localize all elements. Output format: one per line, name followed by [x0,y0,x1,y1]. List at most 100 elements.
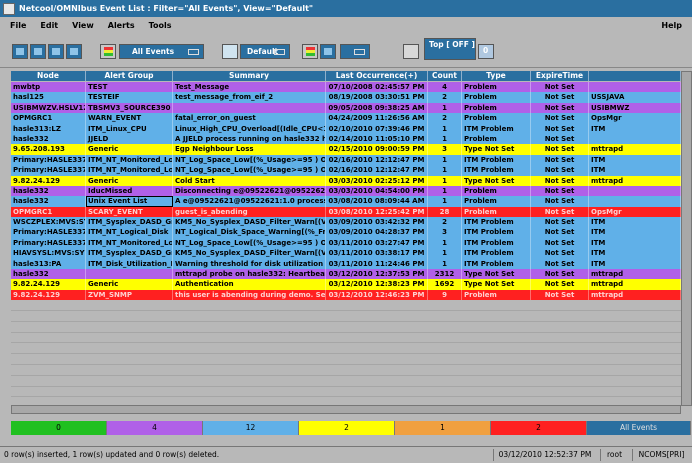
cell-expire: Not Set [531,269,589,280]
search-icon[interactable] [222,44,238,59]
cell-count: 9 [428,289,462,301]
filter-select[interactable]: All Events [119,44,204,59]
print-icon[interactable] [66,44,82,59]
empty-row [11,300,681,311]
cell-type: Problem [462,289,531,301]
cell-count: 1 [428,165,462,176]
event-row[interactable]: hasle332 Unix Event List A e@09522621@0952… [11,196,681,207]
column-header-last[interactable]: Last Occurrence(+) [326,71,428,81]
menu-bar: File Edit View Alerts Tools Help [0,17,692,33]
event-row[interactable]: 9.82.24.129 Generic Cold Start 03/03/2010 0… [11,175,681,186]
traffic-light-icon[interactable] [302,44,318,59]
cell-extra: mttrapd [589,175,681,186]
cell-count: 1 [428,123,462,134]
column-header-count[interactable]: Count [428,71,462,81]
cell-group: TBSMV3_SOURCE390 [86,102,173,114]
cell-summary: Egp Neighbour Loss [173,144,326,155]
event-list-icon[interactable] [12,44,28,59]
severity-count-0[interactable]: 0 [11,421,107,435]
column-header-type[interactable]: Type [462,71,531,81]
column-header-extra[interactable] [589,71,681,81]
cell-expire: Not Set [531,196,589,207]
status-time: 03/12/2010 12:52:37 PM [493,449,596,461]
event-row[interactable]: OPMGRC1 WARN_EVENT fatal_error_on_guest 04/… [11,113,681,124]
severity-count-1[interactable]: 4 [107,421,203,435]
column-header-summary[interactable]: Summary [173,71,326,81]
severity-count-5[interactable]: 2 [491,421,587,435]
menu-view[interactable]: View [72,21,94,30]
cell-last: 02/16/2010 12:12:47 PM [326,154,428,166]
top-count-field[interactable]: 0 [478,44,494,59]
grid-view-icon[interactable] [320,44,336,59]
cell-node: Primary:HASLE337: [13,227,86,238]
cell-group: ITM_Sysplex_DASD_Gr [88,217,173,228]
menu-file[interactable]: File [10,21,26,30]
empty-row [11,375,681,387]
cell-group: JJELD [86,133,173,145]
column-header-node[interactable]: Node [11,71,86,81]
horizontal-scrollbar[interactable] [11,405,681,414]
menu-alerts[interactable]: Alerts [108,21,135,30]
vertical-scrollbar[interactable] [681,71,692,406]
filter-builder-icon[interactable] [30,44,46,59]
cell-extra [589,185,681,197]
cell-extra: ITM [589,227,681,238]
menu-help[interactable]: Help [661,21,682,30]
cell-summary: NT_Log_Space_Low[(%_Usage>=95 ) ON [175,154,326,166]
event-row[interactable]: HIAVSYSL:MVS:SY ITM_Sysplex_DASD_Gr KM5_No… [11,248,681,259]
event-row[interactable]: hasle313:LZ ITM_Linux_CPU Linux_High_CPU_O… [11,123,681,134]
menu-tools[interactable]: Tools [149,21,172,30]
empty-row [11,343,681,355]
cell-node: Primary:HASLE337: [13,154,86,166]
event-row[interactable]: 9.65.208.193 Generic Egp Neighbour Loss 02/… [11,144,681,155]
column-header-group[interactable]: Alert Group [86,71,173,81]
event-row[interactable]: hasle332 JJELD A JJELD process running on … [11,133,681,145]
cell-type: Problem [462,206,531,218]
event-row[interactable]: Primary:HASLE337: ITM_NT_Logical_Disk NT_L… [11,227,681,238]
event-row[interactable]: Primary:HASLE337: ITM_NT_Monitored_Log NT_… [11,165,681,176]
severity-count-4[interactable]: 1 [395,421,491,435]
cell-last: 03/03/2010 02:25:12 PM [326,175,428,186]
event-row[interactable]: hasle332 IducMissed Disconnecting e@095226… [11,185,681,197]
column-header-expire[interactable]: ExpireTime [531,71,589,81]
cell-type: Type Not Set [462,269,531,280]
event-row[interactable]: 9.82.24.129 ZVM_SNMP this user is abendin… [11,289,681,301]
event-row[interactable]: hasle332 mttrapd probe on hasle332: Heart… [11,269,681,280]
event-row[interactable]: OPMGRC1 SCARY_EVENT guest_is_abending 03/08… [11,206,681,218]
cell-group [86,269,173,280]
cell-group: ZVM_SNMP [86,289,173,301]
cell-group: SCARY_EVENT [86,206,173,218]
event-row[interactable]: hasl125 TESTEIF test_message_from_eif_2 08/… [11,92,681,103]
cell-type: Problem [462,82,531,93]
severity-count-6[interactable]: All Events [587,421,691,435]
cell-node: 9.82.24.129 [11,175,86,186]
cell-group: IducMissed [86,185,173,197]
window-menu-icon[interactable] [3,2,15,15]
cell-type: ITM Problem [462,248,531,259]
edit-filter-icon[interactable] [100,44,116,59]
title-bar[interactable]: Netcool/OMNIbus Event List : Filter="All… [0,0,692,17]
blank-select[interactable] [340,44,370,59]
event-row[interactable]: Primary:HASLE337: ITM_NT_Monitored_Log NT_… [11,154,681,166]
severity-count-2[interactable]: 12 [203,421,299,435]
event-row[interactable]: mwbtp TEST Test_Message 07/10/2008 02:45:57… [11,82,681,93]
cell-last: 04/24/2009 11:26:56 AM [326,113,428,124]
cell-extra: ITM [589,217,681,228]
cell-group: ITM_NT_Monitored_Log [88,165,173,176]
top-toggle[interactable]: Top [ OFF ] [424,38,476,60]
cell-node: USIBMWZV.HSLV12 [13,102,86,114]
event-row[interactable]: hasle313:PA ITM_Disk_Utilization_LT Warnin… [11,258,681,270]
event-row[interactable]: 9.82.24.129 Generic Authentication 03/12/20… [11,279,681,290]
cell-expire: Not Set [531,144,589,155]
severity-count-3[interactable]: 2 [299,421,395,435]
view-select[interactable]: Default [240,44,290,59]
view-builder-icon[interactable] [48,44,64,59]
cell-expire: Not Set [531,175,589,186]
event-row[interactable]: USIBMWZV.HSLV12 TBSMV3_SOURCE390 09/05/200… [11,102,681,114]
event-row[interactable]: WSCZPLEX:MVS:SY ITM_Sysplex_DASD_Gr KM5_No… [11,217,681,228]
cell-summary: KM5_No_Sysplex_DASD_Filter_Warn[(Vol [175,217,326,228]
pin-top-icon[interactable] [403,44,419,59]
menu-edit[interactable]: Edit [40,21,58,30]
cell-count: 4 [428,82,462,93]
event-row[interactable]: Primary:HASLE337: ITM_NT_Monitored_Log NT_… [11,237,681,249]
